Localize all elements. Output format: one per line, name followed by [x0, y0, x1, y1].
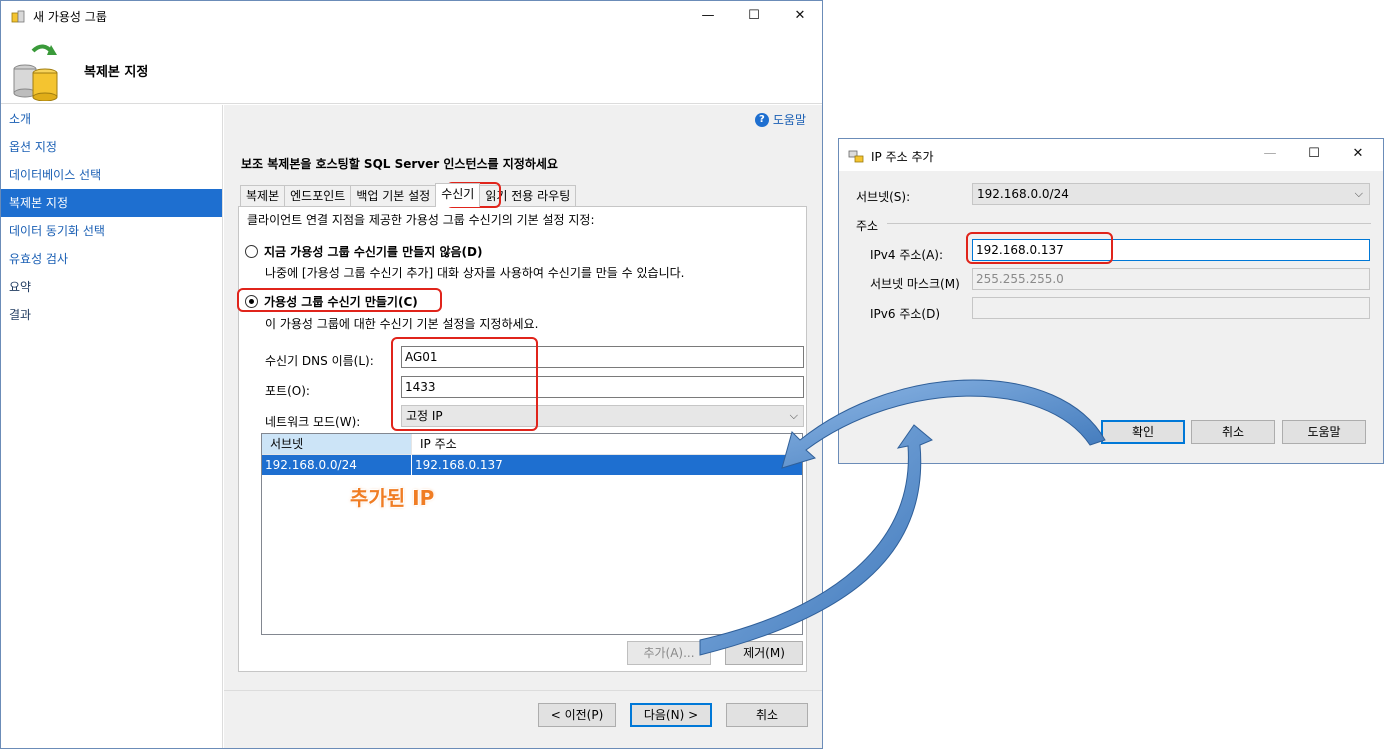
- dns-name-label: 수신기 DNS 이름(L):: [265, 354, 374, 368]
- tab-listener[interactable]: 수신기: [435, 183, 481, 207]
- database-sync-icon: [13, 44, 58, 101]
- sidebar-item-databases[interactable]: 데이터베이스 선택: [1, 161, 222, 189]
- help-link[interactable]: ? 도움말: [754, 111, 806, 128]
- remove-ip-button[interactable]: 제거(M): [725, 641, 803, 665]
- ip-address-table: 서브넷 IP 주소 192.168.0.0/24 192.168.0.137: [261, 433, 803, 635]
- title-bar: 새 가용성 그룹 — ☐ ✕: [1, 1, 822, 31]
- network-mode-value: 고정 IP: [406, 409, 443, 423]
- ipv4-input[interactable]: 192.168.0.137: [972, 239, 1370, 261]
- dialog-minimize-button[interactable]: —: [1247, 139, 1293, 169]
- panel-description: 클라이언트 연결 지점을 제공한 가용성 그룹 수신기의 기본 설정 지정:: [247, 213, 595, 227]
- dialog-title-bar: IP 주소 추가 — ☐ ✕: [839, 139, 1383, 171]
- radio-button[interactable]: [245, 245, 258, 258]
- help-icon: ?: [754, 112, 769, 127]
- ip-cell: 192.168.0.137: [415, 458, 503, 472]
- radio-button-checked[interactable]: [245, 295, 258, 308]
- no-listener-description: 나중에 [가용성 그룹 수신기 추가] 대화 상자를 사용하여 수신기를 만들 …: [265, 266, 685, 280]
- ok-button[interactable]: 확인: [1101, 420, 1185, 444]
- tab-replicas[interactable]: 복제본: [240, 185, 286, 207]
- radio-label: 지금 가용성 그룹 수신기를 만들지 않음(D): [264, 245, 483, 259]
- added-ip-annotation: 추가된 IP: [350, 486, 435, 510]
- sidebar-item-options[interactable]: 옵션 지정: [1, 133, 222, 161]
- wizard-header: 복제본 지정: [1, 31, 822, 104]
- table-row[interactable]: 192.168.0.0/24 192.168.0.137: [262, 455, 802, 475]
- sidebar-item-intro[interactable]: 소개: [1, 105, 222, 133]
- radio-no-listener[interactable]: 지금 가용성 그룹 수신기를 만들지 않음(D): [245, 243, 482, 260]
- network-mode-select[interactable]: 고정 IP ⌵: [401, 405, 804, 427]
- dialog-help-button[interactable]: 도움말: [1282, 420, 1366, 444]
- subnet-label: 서브넷(S):: [856, 190, 911, 204]
- wizard-steps: 소개 옵션 지정 데이터베이스 선택 복제본 지정 데이터 동기화 선택 유효성…: [1, 105, 223, 748]
- chevron-down-icon: ⌵: [789, 409, 798, 422]
- add-ip-button[interactable]: 추가(A)...: [627, 641, 711, 665]
- minimize-button[interactable]: —: [685, 1, 731, 31]
- main-window: 새 가용성 그룹 — ☐ ✕ 복제본 지정 소개 옵션 지정 데이터베이스 선택…: [0, 0, 823, 749]
- tab-backup-preferences[interactable]: 백업 기본 설정: [350, 185, 437, 207]
- previous-button[interactable]: < 이전(P): [538, 703, 616, 727]
- table-header: 서브넷 IP 주소: [262, 434, 802, 455]
- sidebar-item-validation[interactable]: 유효성 검사: [1, 245, 222, 273]
- window-title: 새 가용성 그룹: [33, 10, 107, 24]
- ipv4-label: IPv4 주소(A):: [870, 248, 944, 262]
- chevron-down-icon: ⌵: [1354, 187, 1363, 200]
- tab-endpoints[interactable]: 엔드포인트: [284, 185, 352, 207]
- sidebar-item-data-sync[interactable]: 데이터 동기화 선택: [1, 217, 222, 245]
- close-button[interactable]: ✕: [777, 1, 823, 31]
- sidebar-item-results: 결과: [9, 308, 32, 322]
- ipv6-input[interactable]: [972, 297, 1370, 319]
- dialog-body: 서브넷(S): 192.168.0.0/24 ⌵ 주소 IPv4 주소(A): …: [839, 171, 1383, 463]
- network-mode-label: 네트워크 모드(W):: [265, 415, 361, 429]
- port-label: 포트(O):: [265, 384, 310, 398]
- sidebar-item-summary: 요약: [9, 280, 32, 294]
- add-ip-dialog: IP 주소 추가 — ☐ ✕ 서브넷(S): 192.168.0.0/24 ⌵ …: [838, 138, 1384, 464]
- subnet-mask-label: 서브넷 마스크(M): [870, 277, 960, 291]
- dialog-cancel-button[interactable]: 취소: [1191, 420, 1275, 444]
- radio-label: 가용성 그룹 수신기 만들기(C): [264, 295, 418, 309]
- section-title: 보조 복제본을 호스팅할 SQL Server 인스턴스를 지정하세요: [241, 157, 558, 171]
- dialog-maximize-button[interactable]: ☐: [1291, 139, 1337, 169]
- group-divider: [887, 223, 1371, 224]
- subnet-cell: 192.168.0.0/24: [262, 455, 412, 475]
- subnet-select[interactable]: 192.168.0.0/24 ⌵: [972, 183, 1370, 205]
- subnet-mask-input[interactable]: 255.255.255.0: [972, 268, 1370, 290]
- tab-read-only-routing[interactable]: 읽기 전용 라우팅: [479, 185, 577, 207]
- cancel-button[interactable]: 취소: [726, 703, 808, 727]
- dialog-close-button[interactable]: ✕: [1335, 139, 1381, 169]
- subnet-value: 192.168.0.0/24: [977, 187, 1069, 201]
- page-title: 복제본 지정: [84, 65, 149, 80]
- dns-name-input[interactable]: AG01: [401, 346, 804, 368]
- next-button[interactable]: 다음(N) >: [630, 703, 712, 727]
- column-header-subnet[interactable]: 서브넷: [262, 434, 412, 455]
- wizard-footer: < 이전(P) 다음(N) > 취소: [224, 690, 822, 748]
- network-icon: [848, 150, 864, 163]
- column-header-ip[interactable]: IP 주소: [412, 434, 802, 455]
- port-input[interactable]: 1433: [401, 376, 804, 398]
- sidebar-item-replicas[interactable]: 복제본 지정: [1, 189, 222, 217]
- tab-strip: 복제본 엔드포인트 백업 기본 설정 수신기 읽기 전용 라우팅: [240, 183, 577, 207]
- database-icon: [11, 10, 25, 23]
- address-group-label: 주소: [856, 219, 879, 233]
- maximize-button[interactable]: ☐: [731, 1, 777, 31]
- wizard-content: ? 도움말 보조 복제본을 호스팅할 SQL Server 인스턴스를 지정하세…: [224, 105, 822, 690]
- radio-create-listener[interactable]: 가용성 그룹 수신기 만들기(C): [245, 293, 418, 310]
- ipv6-label: IPv6 주소(D): [870, 307, 941, 321]
- listener-panel: 클라이언트 연결 지점을 제공한 가용성 그룹 수신기의 기본 설정 지정: 지…: [238, 206, 807, 672]
- help-label: 도움말: [772, 113, 806, 127]
- dialog-title: IP 주소 추가: [871, 150, 934, 164]
- create-listener-description: 이 가용성 그룹에 대한 수신기 기본 설정을 지정하세요.: [265, 317, 539, 331]
